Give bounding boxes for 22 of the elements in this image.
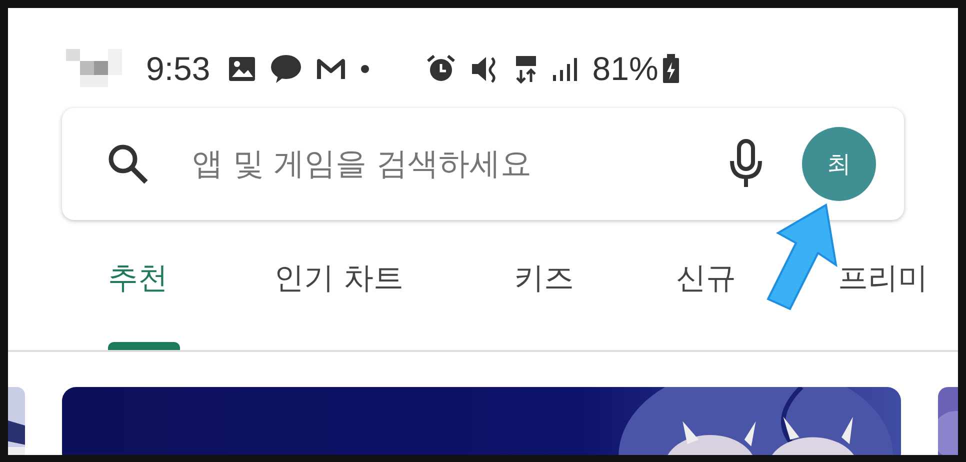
search-bar[interactable]: 앱 및 게임을 검색하세요 최 xyxy=(62,108,904,220)
battery-icon xyxy=(662,54,680,84)
status-time: 9:53 xyxy=(146,50,210,88)
category-tab[interactable]: 추천 xyxy=(108,258,168,299)
alarm-icon xyxy=(426,54,456,84)
microphone-icon xyxy=(728,139,764,189)
chat-bubble-icon xyxy=(270,54,302,84)
search-field[interactable]: 앱 및 게임을 검색하세요 xyxy=(190,145,728,183)
category-tab[interactable]: 키즈 xyxy=(514,258,574,299)
category-tab[interactable]: 프리미 xyxy=(838,258,928,299)
search-icon xyxy=(106,142,150,186)
dot-icon xyxy=(360,64,370,74)
image-icon xyxy=(228,56,256,82)
category-tab[interactable]: 인기 차트 xyxy=(274,258,404,299)
battery-percent: 81% xyxy=(592,50,658,88)
category-tab[interactable]: 신규 xyxy=(676,258,736,299)
pixelated-icon xyxy=(66,49,122,89)
profile-avatar[interactable]: 최 xyxy=(802,127,876,201)
tab-indicator xyxy=(108,342,180,350)
signal-icon xyxy=(552,56,578,82)
mail-icon xyxy=(316,57,346,81)
network-icon xyxy=(514,54,538,84)
